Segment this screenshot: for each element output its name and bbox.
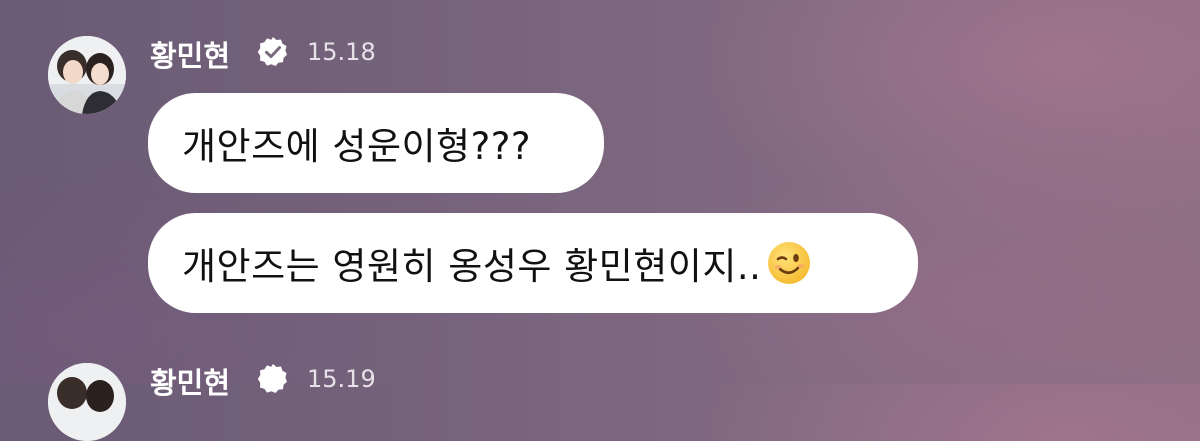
message-text: 개안즈는 영원히 옹성우 황민현이지.. [182,245,762,288]
verified-badge-icon [257,364,287,393]
avatar[interactable] [48,363,126,441]
message-text: 개안즈에 성운이형??? [182,125,531,168]
verified-badge-icon [257,37,287,66]
sender-name[interactable]: 황민현 [150,360,230,402]
profile-photo [48,36,126,114]
profile-photo [48,363,126,441]
message-timestamp: 15.19 [307,365,376,393]
message-timestamp: 15.18 [307,38,376,66]
message-bubble[interactable]: 개안즈는 영원히 옹성우 황민현이지.. [148,213,918,313]
winking-face-icon [768,242,811,284]
avatar[interactable] [48,36,126,114]
sender-name[interactable]: 황민현 [150,33,230,75]
message-bubble[interactable]: 개안즈에 성운이형??? [148,93,604,193]
